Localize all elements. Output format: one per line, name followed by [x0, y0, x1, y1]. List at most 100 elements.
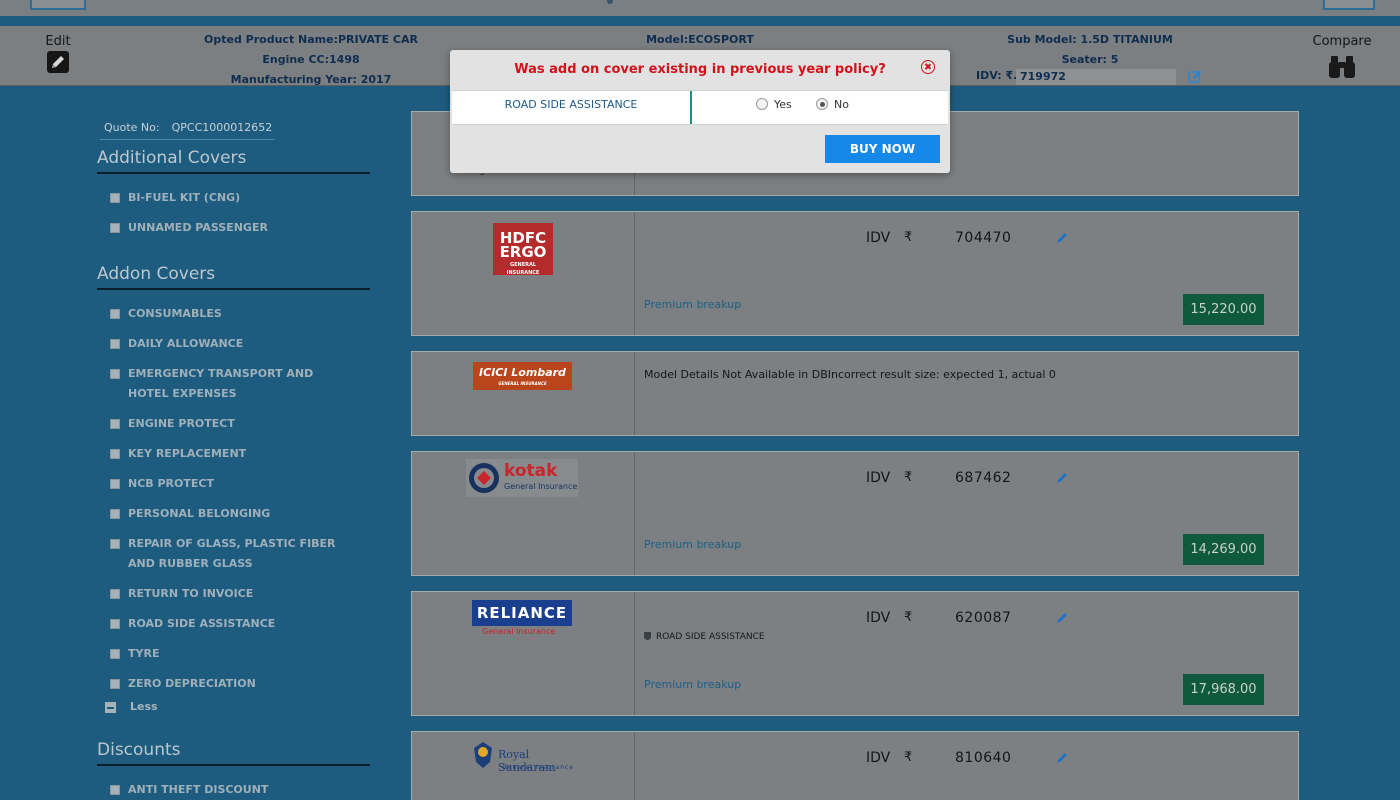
- checkbox[interactable]: [110, 509, 120, 519]
- premium-breakup-link[interactable]: Premium breakup: [644, 298, 741, 311]
- checkbox[interactable]: [110, 619, 120, 629]
- buy-price-button[interactable]: 15,220.00: [1183, 294, 1264, 325]
- edit-idv-icon[interactable]: [1055, 471, 1069, 485]
- discount-item[interactable]: ANTI THEFT DISCOUNT: [110, 780, 350, 800]
- addon-cover-item[interactable]: REPAIR OF GLASS, PLASTIC FIBER AND RUBBE…: [110, 534, 340, 574]
- hdfc-ergo-logo: HDFC ERGO GENERAL INSURANCE: [493, 223, 553, 276]
- addon-cover-item[interactable]: PERSONAL BELONGING: [110, 504, 350, 524]
- radio-button[interactable]: [756, 98, 768, 110]
- collapse-icon: [105, 702, 116, 713]
- top-indicator: [607, 0, 613, 4]
- addon-cover-item[interactable]: DAILY ALLOWANCE: [110, 334, 350, 354]
- sun-emblem-icon: [474, 742, 492, 768]
- manufacturing-year: Manufacturing Year: 2017: [230, 73, 392, 86]
- submodel-info: Sub Model: 1.5D TITANIUM Seater: 5: [990, 30, 1190, 70]
- checkbox[interactable]: [110, 649, 120, 659]
- product-info: Opted Product Name:PRIVATE CAR Engine CC…: [195, 30, 427, 90]
- addon-cover-item[interactable]: ZERO DEPRECIATION: [110, 674, 350, 694]
- addon-cover-item[interactable]: TYRE: [110, 644, 350, 664]
- additional-cover-item[interactable]: BI-FUEL KIT (CNG): [110, 188, 350, 208]
- checkbox[interactable]: [110, 589, 120, 599]
- idv-value: 704470: [955, 230, 1012, 246]
- icici-lombard-logo: ICICI Lombard GENERAL INSURANCE: [473, 362, 572, 390]
- sub-model: Sub Model: 1.5D TITANIUM: [1007, 33, 1173, 46]
- quote-card-icici: ICICI Lombard GENERAL INSURANCE Model De…: [411, 351, 1299, 436]
- error-message: Model Details Not Available in DBIncorre…: [644, 368, 1056, 381]
- seater: Seater: 5: [1061, 53, 1119, 66]
- shield-icon: [644, 632, 651, 640]
- edit-idv-icon[interactable]: [1055, 231, 1069, 245]
- rupee-icon: ₹: [904, 470, 913, 485]
- idv-value: 810640: [955, 750, 1012, 766]
- additional-cover-item[interactable]: UNNAMED PASSENGER: [110, 218, 350, 238]
- checkbox[interactable]: [110, 369, 120, 379]
- model-info: Model:ECOSPORT: [620, 30, 780, 50]
- checkbox[interactable]: [110, 339, 120, 349]
- card-divider: [634, 452, 635, 575]
- additional-covers-title: Additional Covers: [97, 148, 370, 174]
- checkbox[interactable]: [110, 419, 120, 429]
- addon-cover-item[interactable]: KEY REPLACEMENT: [110, 444, 350, 464]
- modal-title: Was add on cover existing in previous ye…: [514, 62, 886, 77]
- quote-card-kotak: kotak General Insurance IDV ₹ 687462 Pre…: [411, 451, 1299, 576]
- idv-label: IDV: [866, 610, 891, 626]
- less-toggle[interactable]: Less: [105, 700, 158, 714]
- product-name: Opted Product Name:PRIVATE CAR: [204, 33, 418, 46]
- addon-question-row: ROAD SIDE ASSISTANCE Yes No: [452, 90, 948, 125]
- buy-now-button[interactable]: BUY NOW: [825, 135, 940, 163]
- addon-cover-item[interactable]: NCB PROTECT: [110, 474, 350, 494]
- top-left-button[interactable]: [30, 0, 86, 10]
- buy-price-button[interactable]: 14,269.00: [1183, 534, 1264, 565]
- checkbox[interactable]: [110, 309, 120, 319]
- premium-breakup-link[interactable]: Premium breakup: [644, 538, 741, 551]
- top-right-button[interactable]: [1323, 0, 1375, 10]
- checkbox[interactable]: [110, 479, 120, 489]
- addon-cover-item[interactable]: ENGINE PROTECT: [110, 414, 350, 434]
- idv-edit-icon[interactable]: [1188, 70, 1202, 84]
- discounts-title: Discounts: [97, 740, 370, 766]
- radio-no[interactable]: No: [816, 98, 849, 111]
- idv-label: IDV: [866, 750, 891, 766]
- idv-value: 687462: [955, 470, 1012, 486]
- royal-sundaram-logo: Royal Sundaram General Insurance: [472, 740, 582, 776]
- model-name: Model:ECOSPORT: [646, 33, 754, 46]
- addon-cover-item[interactable]: CONSUMABLES: [110, 304, 350, 324]
- top-strip: [0, 0, 1400, 16]
- edit-pencil-icon[interactable]: [47, 51, 69, 73]
- addon-cover-item[interactable]: RETURN TO INVOICE: [110, 584, 350, 604]
- addon-cover-item[interactable]: EMERGENCY TRANSPORT AND HOTEL EXPENSES: [110, 364, 320, 404]
- buy-price-button[interactable]: 17,968.00: [1183, 674, 1264, 705]
- checkbox[interactable]: [110, 785, 120, 795]
- checkbox[interactable]: [110, 223, 120, 233]
- kotak-logo: kotak General Insurance: [466, 459, 578, 497]
- checkbox[interactable]: [110, 449, 120, 459]
- quote-label: Quote No:: [104, 121, 160, 134]
- close-icon[interactable]: [921, 60, 935, 74]
- idv-label: IDV: ₹.: [976, 69, 1018, 82]
- checkbox[interactable]: [110, 193, 120, 203]
- edit-idv-icon[interactable]: [1055, 751, 1069, 765]
- quote-number: Quote No: QPCC1000012652: [100, 118, 275, 140]
- rupee-icon: ₹: [904, 230, 913, 245]
- premium-breakup-link[interactable]: Premium breakup: [644, 678, 741, 691]
- radio-button-selected[interactable]: [816, 98, 828, 110]
- card-divider: [634, 732, 635, 800]
- addon-confirmation-modal: Was add on cover existing in previous ye…: [450, 50, 950, 173]
- reliance-logo: RELIANCE General Insurance: [472, 600, 572, 640]
- cover-name: ROAD SIDE ASSISTANCE: [452, 91, 692, 124]
- compare-label: Compare: [1312, 34, 1372, 49]
- idv-input[interactable]: 719972: [1016, 69, 1176, 85]
- radio-yes[interactable]: Yes: [756, 98, 792, 111]
- edit-idv-icon[interactable]: [1055, 611, 1069, 625]
- checkbox[interactable]: [110, 539, 120, 549]
- card-divider: [634, 592, 635, 715]
- addon-cover-item[interactable]: ROAD SIDE ASSISTANCE: [110, 614, 350, 634]
- rupee-icon: ₹: [904, 750, 913, 765]
- checkbox[interactable]: [110, 679, 120, 689]
- quote-card-reliance: RELIANCE General Insurance IDV ₹ 620087 …: [411, 591, 1299, 716]
- edit-button[interactable]: Edit: [40, 34, 76, 73]
- idv-label: IDV: [866, 230, 891, 246]
- compare-button[interactable]: Compare: [1310, 34, 1374, 80]
- idv-label: IDV: [866, 470, 891, 486]
- rupee-icon: ₹: [904, 610, 913, 625]
